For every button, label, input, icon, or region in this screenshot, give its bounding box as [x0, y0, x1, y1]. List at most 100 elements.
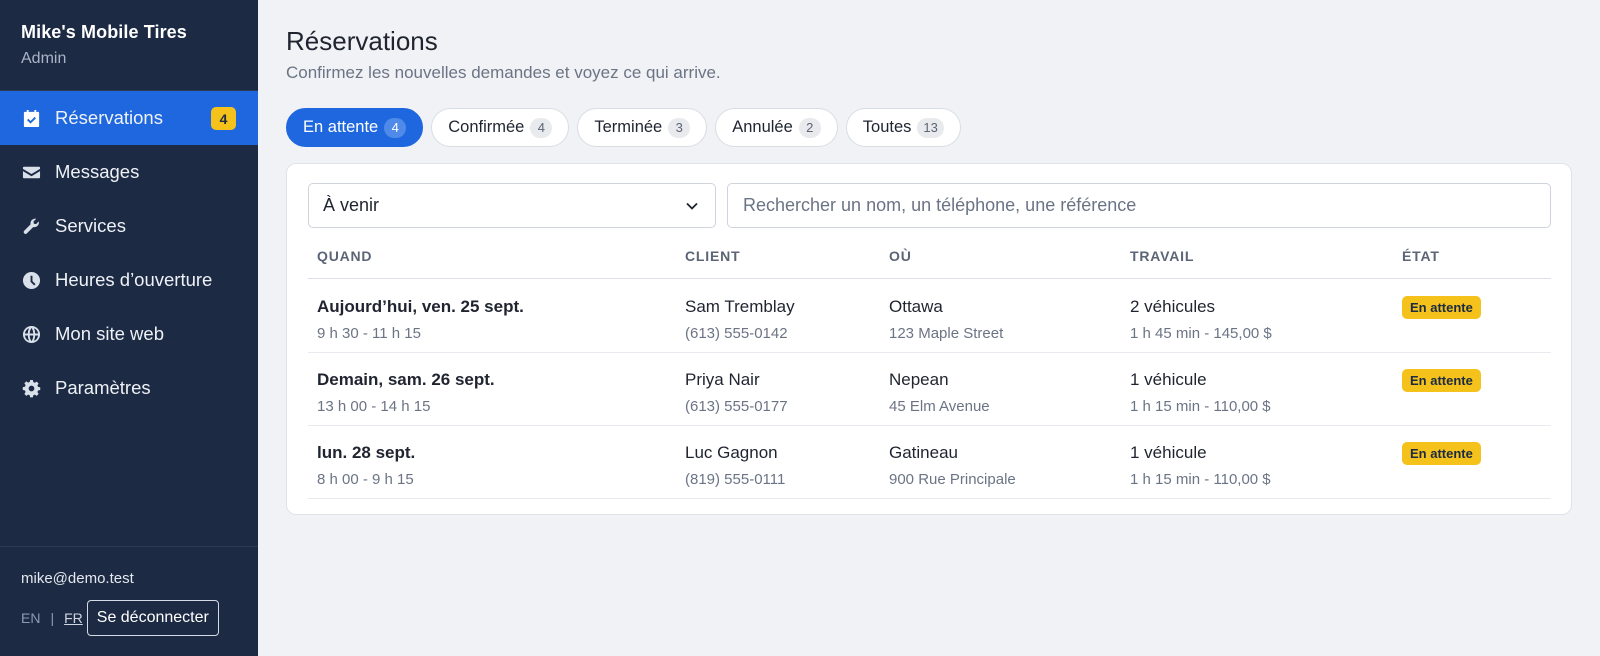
- client-name: Luc Gagnon: [685, 443, 778, 462]
- status-tabs: En attente 4 Confirmée 4 Terminée 3 Annu…: [286, 108, 961, 147]
- city: Gatineau: [889, 443, 958, 462]
- tab-label: Terminée: [594, 118, 663, 136]
- sidebar-item-website[interactable]: Mon site web: [0, 307, 258, 361]
- sidebar: Mike's Mobile Tires Admin Réservations 4…: [0, 0, 258, 656]
- table-row[interactable]: Aujourd’hui, ven. 25 sept. 9 h 30 - 11 h…: [308, 280, 1551, 353]
- table-header: QUAND CLIENT OÙ TRAVAIL ÉTAT: [308, 244, 1551, 279]
- period-select[interactable]: À venir: [308, 183, 716, 228]
- job-cell: 2 véhicules 1 h 45 min - 145,00 $: [1130, 297, 1272, 342]
- tab-count: 2: [798, 117, 821, 138]
- sidebar-item-settings[interactable]: Paramètres: [0, 361, 258, 415]
- column-header-state[interactable]: ÉTAT: [1402, 248, 1440, 264]
- vehicle-count: 1 véhicule: [1130, 443, 1207, 462]
- tab-all[interactable]: Toutes 13: [845, 108, 961, 147]
- sidebar-item-label: Réservations: [55, 107, 163, 128]
- client-phone: (613) 555-0177: [685, 398, 788, 415]
- chevron-down-icon: [686, 202, 698, 210]
- column-header-job[interactable]: TRAVAIL: [1130, 248, 1194, 264]
- language-en-link[interactable]: EN: [21, 610, 40, 626]
- brand-name: Mike's Mobile Tires: [21, 22, 187, 42]
- job-cell: 1 véhicule 1 h 15 min - 110,00 $: [1130, 443, 1271, 488]
- client-cell: Luc Gagnon (819) 555-0111: [685, 443, 785, 488]
- reservations-card: À venir QUAND CLIENT OÙ TRAVAIL ÉTAT Auj…: [286, 163, 1572, 515]
- language-separator: |: [50, 610, 55, 626]
- tab-label: Annulée: [732, 118, 793, 136]
- sidebar-item-label: Paramètres: [55, 377, 151, 398]
- wrench-icon: [21, 216, 41, 236]
- job-cell: 1 véhicule 1 h 15 min - 110,00 $: [1130, 370, 1271, 415]
- gear-icon: [21, 378, 41, 398]
- sidebar-footer: mike@demo.test EN | FR Se déconnecter: [0, 546, 258, 656]
- tab-cancelled[interactable]: Annulée 2: [715, 108, 838, 147]
- where-cell: Nepean 45 Elm Avenue: [889, 370, 990, 415]
- address: 123 Maple Street: [889, 325, 1004, 342]
- main-content: Réservations Confirmez les nouvelles dem…: [258, 0, 1600, 656]
- vehicle-count: 1 véhicule: [1130, 370, 1207, 389]
- period-select-value: À venir: [323, 195, 380, 215]
- tab-label: Toutes: [862, 118, 912, 136]
- where-cell: Ottawa 123 Maple Street: [889, 297, 1003, 342]
- sidebar-item-reservations[interactable]: Réservations 4: [0, 91, 258, 145]
- column-header-where[interactable]: OÙ: [889, 248, 912, 264]
- status-badge: En attente: [1402, 442, 1481, 465]
- page-subtitle: Confirmez les nouvelles demandes et voye…: [286, 63, 721, 82]
- sidebar-item-messages[interactable]: Messages: [0, 145, 258, 199]
- clock-icon: [21, 270, 41, 290]
- search-input[interactable]: [727, 183, 1551, 228]
- when-cell: Aujourd’hui, ven. 25 sept. 9 h 30 - 11 h…: [317, 297, 524, 342]
- sidebar-item-label: Mon site web: [55, 323, 164, 344]
- sidebar-item-label: Services: [55, 215, 126, 236]
- tab-count: 4: [530, 117, 553, 138]
- table-row[interactable]: Demain, sam. 26 sept. 13 h 00 - 14 h 15 …: [308, 353, 1551, 426]
- calendar-check-icon: [21, 108, 41, 128]
- tab-pending[interactable]: En attente 4: [286, 108, 424, 147]
- tab-label: En attente: [303, 118, 379, 136]
- client-name: Priya Nair: [685, 370, 760, 389]
- reservation-time: 13 h 00 - 14 h 15: [317, 398, 431, 415]
- user-email: mike@demo.test: [21, 570, 134, 587]
- sidebar-nav: Réservations 4 Messages Services Heures …: [0, 91, 258, 415]
- tab-completed[interactable]: Terminée 3: [577, 108, 708, 147]
- column-header-client[interactable]: CLIENT: [685, 248, 740, 264]
- envelope-icon: [21, 162, 41, 182]
- client-phone: (819) 555-0111: [685, 471, 786, 488]
- pending-count-badge: 4: [211, 107, 236, 130]
- when-cell: lun. 28 sept. 8 h 00 - 9 h 15: [317, 443, 415, 488]
- status-badge: En attente: [1402, 369, 1481, 392]
- city: Nepean: [889, 370, 949, 389]
- sidebar-item-services[interactable]: Services: [0, 199, 258, 253]
- duration-price: 1 h 15 min - 110,00 $: [1130, 398, 1271, 415]
- duration-price: 1 h 45 min - 145,00 $: [1130, 325, 1272, 342]
- client-name: Sam Tremblay: [685, 297, 795, 316]
- tab-label: Confirmée: [448, 118, 525, 136]
- sidebar-item-label: Heures d’ouverture: [55, 269, 213, 290]
- client-phone: (613) 555-0142: [685, 325, 788, 342]
- sidebar-item-label: Messages: [55, 161, 140, 182]
- tab-count: 13: [917, 117, 944, 138]
- tab-confirmed[interactable]: Confirmée 4: [431, 108, 570, 147]
- when-cell: Demain, sam. 26 sept. 13 h 00 - 14 h 15: [317, 370, 495, 415]
- city: Ottawa: [889, 297, 943, 316]
- language-fr-link[interactable]: FR: [64, 610, 83, 626]
- reservation-date: lun. 28 sept.: [317, 443, 416, 462]
- reservation-date: Demain, sam. 26 sept.: [317, 370, 495, 389]
- address: 900 Rue Principale: [889, 471, 1016, 488]
- duration-price: 1 h 15 min - 110,00 $: [1130, 471, 1271, 488]
- sidebar-item-opening-hours[interactable]: Heures d’ouverture: [0, 253, 258, 307]
- status-badge: En attente: [1402, 296, 1481, 319]
- client-cell: Sam Tremblay (613) 555-0142: [685, 297, 795, 342]
- client-cell: Priya Nair (613) 555-0177: [685, 370, 788, 415]
- reservation-time: 9 h 30 - 11 h 15: [317, 325, 421, 342]
- vehicle-count: 2 véhicules: [1130, 297, 1216, 316]
- globe-icon: [21, 324, 41, 344]
- tab-count: 4: [384, 117, 407, 138]
- page-title: Réservations: [286, 26, 438, 56]
- table-row[interactable]: lun. 28 sept. 8 h 00 - 9 h 15 Luc Gagnon…: [308, 426, 1551, 499]
- brand: Mike's Mobile Tires Admin: [0, 0, 258, 91]
- logout-button[interactable]: Se déconnecter: [86, 600, 219, 636]
- reservation-time: 8 h 00 - 9 h 15: [317, 471, 414, 488]
- brand-role: Admin: [21, 50, 67, 67]
- address: 45 Elm Avenue: [889, 398, 990, 415]
- column-header-when[interactable]: QUAND: [317, 248, 372, 264]
- reservation-date: Aujourd’hui, ven. 25 sept.: [317, 297, 524, 316]
